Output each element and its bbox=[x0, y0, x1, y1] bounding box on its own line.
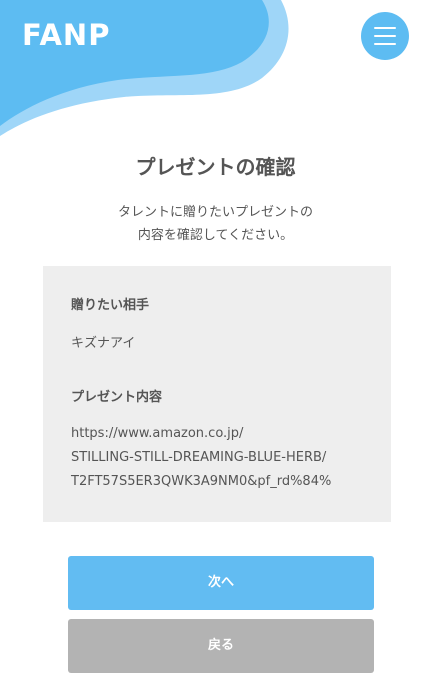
menu-button[interactable] bbox=[361, 12, 409, 60]
description-line: 内容を確認してください。 bbox=[137, 228, 294, 243]
present-url: https://www.amazon.co.jp/ STILLING-STILL… bbox=[71, 422, 331, 494]
recipient-label: 贈りたい相手 bbox=[71, 298, 150, 313]
menu-icon-bar-middle bbox=[374, 35, 396, 37]
present-content-label: プレゼント内容 bbox=[71, 390, 163, 405]
present-url-line: T2FT57S5ER3QWK3A9NM0&pf_rd%84% bbox=[71, 474, 332, 489]
recipient-value: キズナアイ bbox=[71, 336, 136, 351]
page-title: プレゼントの確認 bbox=[135, 155, 296, 179]
description-line: タレントに贈りたいプレゼントの bbox=[117, 205, 313, 220]
back-button[interactable]: 戻る bbox=[68, 619, 374, 673]
menu-icon-bar-bottom bbox=[374, 43, 396, 45]
fanp-logo[interactable]: FANP bbox=[22, 18, 110, 52]
next-button[interactable]: 次へ bbox=[68, 556, 374, 610]
present-url-line: https://www.amazon.co.jp/ bbox=[71, 426, 244, 441]
present-url-line: STILLING-STILL-DREAMING-BLUE-HERB/ bbox=[71, 450, 327, 465]
page-description: タレントに贈りたいプレゼントの 内容を確認してください。 bbox=[0, 201, 431, 247]
confirmation-card: 贈りたい相手 キズナアイ プレゼント内容 https://www.amazon.… bbox=[43, 266, 391, 522]
menu-icon-bar-top bbox=[374, 27, 396, 29]
